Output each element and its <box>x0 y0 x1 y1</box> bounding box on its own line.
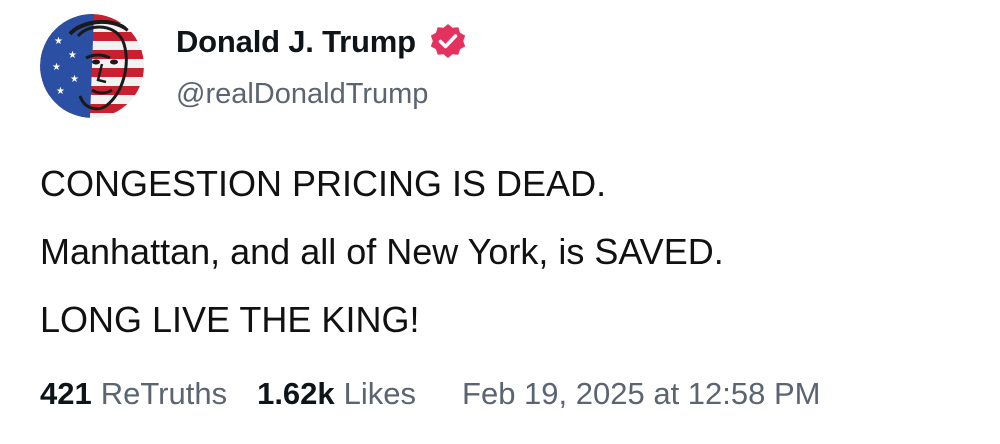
retruths-label: ReTruths <box>100 376 228 411</box>
svg-text:★: ★ <box>68 50 77 61</box>
svg-text:★: ★ <box>56 86 65 97</box>
post-text-line: LONG LIVE THE KING! <box>40 299 420 340</box>
post-stats: 421 ReTruths 1.62k Likes Feb 19, 2025 at… <box>40 376 821 412</box>
likes-stat[interactable]: 1.62k Likes <box>257 376 416 412</box>
svg-text:★: ★ <box>52 62 61 73</box>
retruths-stat[interactable]: 421 ReTruths <box>40 376 227 412</box>
post-timestamp[interactable]: Feb 19, 2025 at 12:58 PM <box>462 376 820 412</box>
post-content: CONGESTION PRICING IS DEAD. Manhattan, a… <box>40 150 970 354</box>
avatar[interactable]: ★ ★ ★ ★ ★ <box>40 14 144 118</box>
author-block: Donald J. Trump @realDonaldTrump <box>176 22 468 111</box>
post-text-line: Manhattan, and all of New York, is SAVED… <box>40 231 724 272</box>
display-name[interactable]: Donald J. Trump <box>176 24 416 60</box>
likes-count: 1.62k <box>257 376 335 411</box>
post-text-line: CONGESTION PRICING IS DEAD. <box>40 163 607 204</box>
post-card: ★ ★ ★ ★ ★ Donald J. Trump @realDonaldTru… <box>0 0 1000 444</box>
verified-badge-icon <box>428 22 468 62</box>
svg-text:★: ★ <box>54 36 63 47</box>
flag-portrait-avatar-icon: ★ ★ ★ ★ ★ <box>40 14 144 118</box>
name-row: Donald J. Trump <box>176 22 468 62</box>
user-handle[interactable]: @realDonaldTrump <box>176 78 468 111</box>
likes-label: Likes <box>343 376 417 411</box>
retruths-count: 421 <box>40 376 92 411</box>
svg-text:★: ★ <box>70 74 79 85</box>
